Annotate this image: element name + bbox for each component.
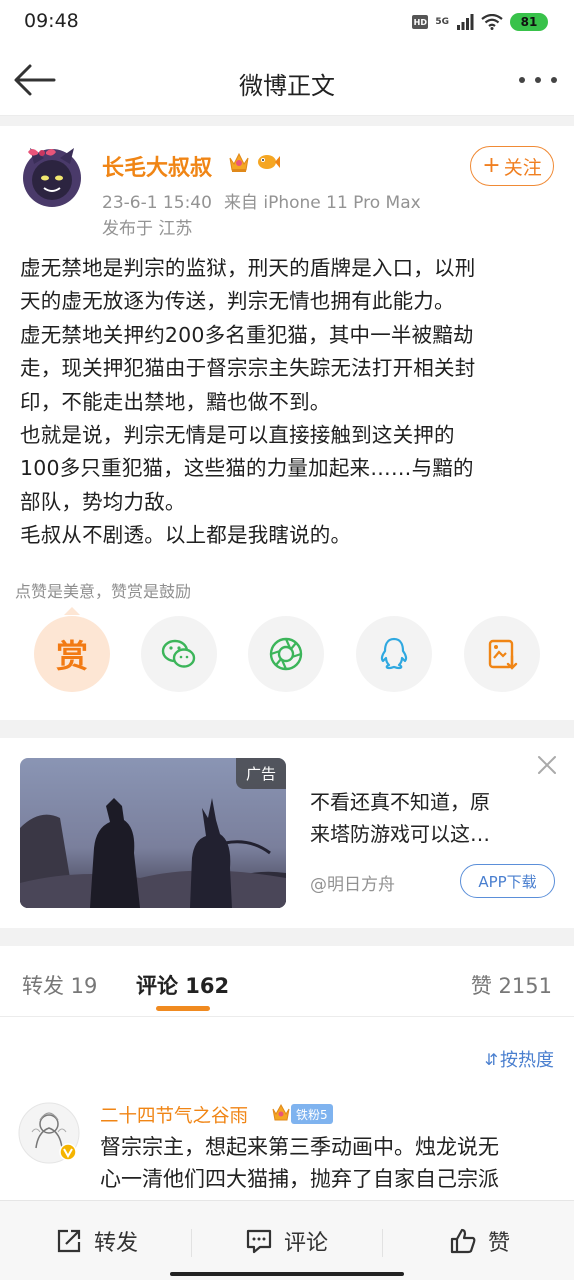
post-meta: 23-6-1 15:40 来自 iPhone 11 Pro Max xyxy=(102,188,421,213)
save-image-button[interactable] xyxy=(464,616,540,692)
commenter-name[interactable]: 二十四节气之谷雨 xyxy=(100,1102,248,1128)
signal-bars-icon xyxy=(457,14,474,30)
plus-icon: + xyxy=(482,153,501,178)
bottom-action-bar: 转发 评论 赞 xyxy=(0,1200,574,1280)
reward-button[interactable]: 赏 xyxy=(34,616,110,692)
repost-icon xyxy=(57,1229,81,1253)
thumbs-up-icon xyxy=(450,1228,476,1254)
vip-crown-icon xyxy=(272,1103,290,1121)
status-time: 09:48 xyxy=(24,10,79,32)
wechat-icon xyxy=(161,639,196,668)
post-card: 长毛大叔叔 + 关注 23-6-1 15:40 来自 iPhone 11 Pro … xyxy=(0,126,574,720)
tab-likes[interactable]: 赞 2151 xyxy=(471,970,552,1000)
divider xyxy=(382,1229,383,1257)
hint-pointer xyxy=(64,607,80,615)
moments-icon xyxy=(269,637,303,671)
post-line: 100多只重犯猫，这些猫的力量加起来……与黯的 xyxy=(20,456,474,481)
post-line: 也就是说，判宗无情是可以直接接触到这关押的 xyxy=(20,423,455,448)
ad-title[interactable]: 不看还真不知道，原 来塔防游戏可以这… xyxy=(310,786,560,850)
ad-image[interactable]: 广告 xyxy=(20,758,286,908)
divider xyxy=(191,1229,192,1257)
comment-icon xyxy=(246,1229,272,1254)
qq-icon xyxy=(380,637,408,670)
app-download-button[interactable]: APP下载 xyxy=(460,864,555,898)
battery-indicator: 81 xyxy=(510,13,548,31)
follow-label: 关注 xyxy=(503,156,542,179)
post-line: 毛叔从不剧透。以上都是我瞎说的。 xyxy=(20,523,352,548)
hd-icon: HD xyxy=(412,15,429,29)
wifi-icon xyxy=(481,14,503,30)
sort-by-hot-button[interactable]: ⇵ 按热度 xyxy=(485,1046,554,1072)
post-line: 虚无禁地关押约200多名重犯猫，其中一半被黯劫 xyxy=(20,322,474,347)
like-label: 赞 xyxy=(488,1231,511,1256)
ad-title-line: 不看还真不知道，原 xyxy=(310,790,490,814)
author-avatar[interactable] xyxy=(20,144,84,208)
comment-text: 督宗宗主，想起来第三季动画中。烛龙说无 心一清他们四大猫捕，抛弃了自家自己宗派 xyxy=(100,1132,560,1195)
ad-card[interactable]: 广告 不看还真不知道，原 来塔防游戏可以这… @明日方舟 APP下载 xyxy=(0,738,574,928)
post-line: 印，不能走出禁地，黯也做不到。 xyxy=(20,389,331,414)
repost-label: 转发 xyxy=(94,1231,139,1256)
comment-line: 督宗宗主，想起来第三季动画中。烛龙说无 xyxy=(100,1135,499,1159)
fan-badge-fish-icon xyxy=(258,155,280,169)
comment-label: 评论 xyxy=(284,1231,329,1256)
active-tab-indicator xyxy=(156,1006,210,1011)
follow-button[interactable]: + 关注 xyxy=(470,146,554,186)
vip-crown-icon xyxy=(229,152,249,172)
ad-title-line: 来塔防游戏可以这… xyxy=(310,822,490,846)
tab-reposts[interactable]: 转发 19 xyxy=(22,970,97,1000)
commenter-avatar[interactable] xyxy=(18,1102,80,1164)
share-row: 赏 xyxy=(0,616,574,696)
sort-label: 按热度 xyxy=(500,1050,554,1071)
post-location: 发布于 江苏 xyxy=(102,219,193,239)
ad-source: @明日方舟 xyxy=(310,875,395,895)
author-name[interactable]: 长毛大叔叔 xyxy=(102,150,212,182)
network-type-icon: 5G xyxy=(435,16,449,27)
post-source: 来自 iPhone 11 Pro Max xyxy=(223,193,421,213)
post-line: 虚无禁地是判宗的监狱，刑天的盾牌是入口，以刑 xyxy=(20,256,476,280)
repost-button[interactable]: 转发 xyxy=(54,1223,138,1259)
home-indicator xyxy=(170,1272,404,1276)
post-line: 天的虚无放逐为传送，判宗无情也拥有此能力。 xyxy=(20,289,455,314)
tab-comments[interactable]: 评论 162 xyxy=(136,970,229,1000)
close-icon[interactable] xyxy=(536,754,558,776)
like-button[interactable]: 赞 xyxy=(448,1223,510,1259)
more-options-icon[interactable] xyxy=(516,68,560,92)
fan-level-badge: 铁粉5 xyxy=(291,1104,333,1124)
post-date: 23-6-1 15:40 xyxy=(102,193,212,213)
comment-line: 心一清他们四大猫捕，抛弃了自家自己宗派 xyxy=(100,1166,499,1191)
share-wechat-button[interactable] xyxy=(141,616,217,692)
status-icons: HD 5G 81 xyxy=(412,11,548,33)
sort-icon: ⇵ xyxy=(484,1049,498,1069)
status-bar: 09:48 HD 5G 81 xyxy=(0,0,574,44)
nav-bar: 微博正文 xyxy=(0,44,574,116)
share-qq-button[interactable] xyxy=(356,616,432,692)
comments-section: 转发 19 评论 162 赞 2151 ⇵ 按热度 二十四节气之谷雨 铁粉5 督… xyxy=(0,946,574,1206)
reward-hint: 点赞是美意，赞赏是鼓励 xyxy=(15,582,192,601)
post-line: 走，现关押犯猫由于督宗宗主失踪无法打开相关封 xyxy=(20,356,476,381)
comment-button[interactable]: 评论 xyxy=(244,1223,328,1259)
reward-label: 赏 xyxy=(55,637,88,675)
divider xyxy=(0,1016,574,1017)
share-moments-button[interactable] xyxy=(248,616,324,692)
post-body: 虚无禁地是判宗的监狱，刑天的盾牌是入口，以刑 天的虚无放逐为传送，判宗无情也拥有… xyxy=(20,252,560,553)
post-line: 部队，势均力敌。 xyxy=(20,489,186,514)
page-title: 微博正文 xyxy=(239,72,335,100)
save-image-icon xyxy=(488,639,518,670)
ad-label: 广告 xyxy=(235,758,286,789)
